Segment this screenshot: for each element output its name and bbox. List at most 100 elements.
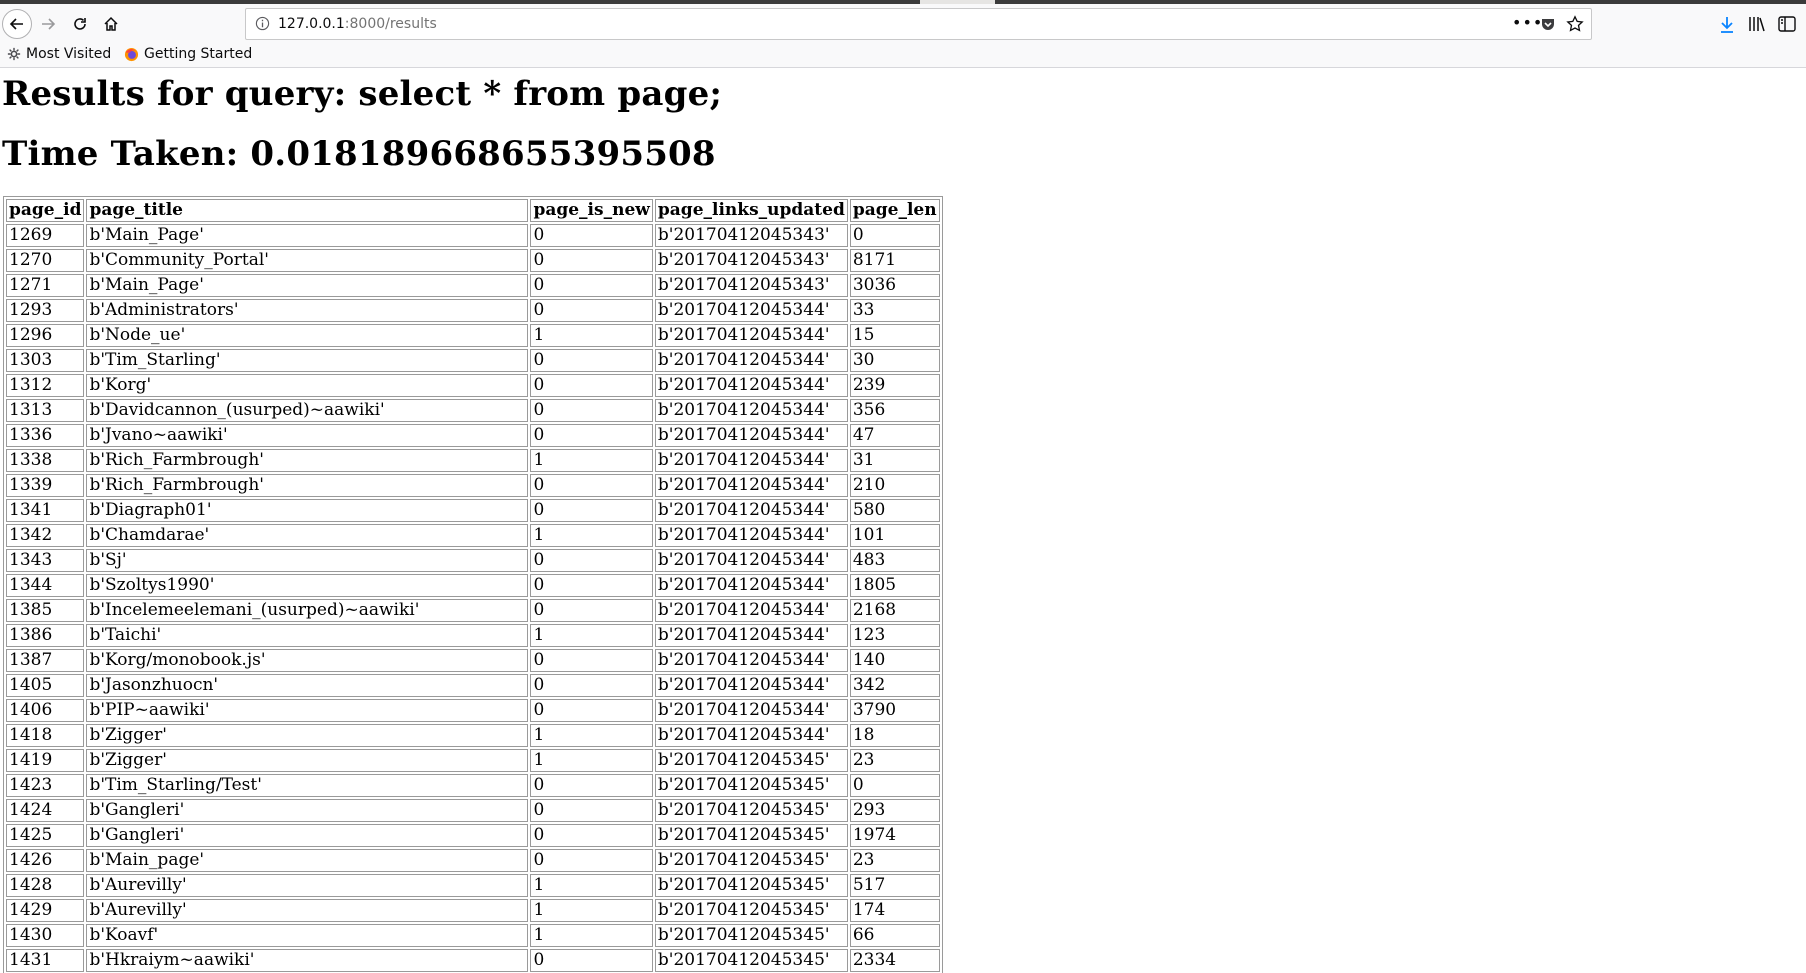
cell-page-len: 8171 xyxy=(849,249,940,272)
cell-page-links-updated: b'20170412045343' xyxy=(654,224,848,247)
cell-page-title: b'Aurevilly' xyxy=(86,899,529,922)
table-row: 1428 b'Aurevilly' 1 b'20170412045345' 517 xyxy=(6,874,940,897)
column-header-page-is-new: page_is_new xyxy=(530,199,653,222)
table-row: 1339 b'Rich_Farmbrough' 0 b'20170412045344'… xyxy=(6,474,940,497)
cell-page-title: b'Tim_Starling/Test' xyxy=(86,774,529,797)
page-actions-menu-icon[interactable]: ••• xyxy=(1512,13,1543,32)
cell-page-links-updated: b'20170412045345' xyxy=(654,849,848,872)
table-row: 1270 b'Community_Portal' 0 b'20170412045343… xyxy=(6,249,940,272)
cell-page-title: b'Main_page' xyxy=(86,849,529,872)
cell-page-is-new: 0 xyxy=(530,649,653,672)
cell-page-links-updated: b'20170412045344' xyxy=(654,449,848,472)
cell-page-links-updated: b'20170412045344' xyxy=(654,574,848,597)
cell-page-id: 1386 xyxy=(6,624,85,647)
bookmarks-toolbar: Most Visited Getting Started xyxy=(0,44,1806,68)
bookmark-getting-started[interactable]: Getting Started xyxy=(124,46,252,62)
column-header-page-links-updated: page_links_updated xyxy=(654,199,848,222)
cell-page-len: 3036 xyxy=(849,274,940,297)
table-row: 1312 b'Korg' 0 b'20170412045344' 239 xyxy=(6,374,940,397)
table-row: 1426 b'Main_page' 0 b'20170412045345' 23 xyxy=(6,849,940,872)
cell-page-links-updated: b'20170412045344' xyxy=(654,724,848,747)
cell-page-is-new: 1 xyxy=(530,624,653,647)
cell-page-is-new: 1 xyxy=(530,874,653,897)
cell-page-title: b'Davidcannon_(usurped)~aawiki' xyxy=(86,399,529,422)
cell-page-is-new: 0 xyxy=(530,699,653,722)
firefox-icon xyxy=(124,47,139,61)
cell-page-title: b'Jvano~aawiki' xyxy=(86,424,529,447)
cell-page-id: 1344 xyxy=(6,574,85,597)
cell-page-len: 23 xyxy=(849,849,940,872)
cell-page-title: b'Diagraph01' xyxy=(86,499,529,522)
cell-page-id: 1336 xyxy=(6,424,85,447)
cell-page-title: b'Gangleri' xyxy=(86,799,529,822)
cell-page-title: b'Incelemeelemani_(usurped)~aawiki' xyxy=(86,599,529,622)
library-icon[interactable] xyxy=(1748,16,1766,32)
url-bar[interactable]: 127.0.0.1:8000/results ••• xyxy=(245,8,1592,40)
cell-page-id: 1426 xyxy=(6,849,85,872)
table-header-row: page_id page_title page_is_new page_link… xyxy=(6,199,940,222)
cell-page-title: b'PIP~aawiki' xyxy=(86,699,529,722)
cell-page-len: 342 xyxy=(849,674,940,697)
cell-page-len: 2168 xyxy=(849,599,940,622)
cell-page-len: 356 xyxy=(849,399,940,422)
url-host: 127.0.0.1 xyxy=(278,16,345,32)
table-row: 1431 b'Hkraiym~aawiki' 0 b'20170412045345' 2… xyxy=(6,949,940,972)
table-row: 1271 b'Main_Page' 0 b'20170412045343' 3036 xyxy=(6,274,940,297)
cell-page-title: b'Zigger' xyxy=(86,749,529,772)
cell-page-id: 1343 xyxy=(6,549,85,572)
info-icon[interactable] xyxy=(255,16,270,31)
cell-page-len: 47 xyxy=(849,424,940,447)
cell-page-len: 293 xyxy=(849,799,940,822)
cell-page-id: 1405 xyxy=(6,674,85,697)
cell-page-links-updated: b'20170412045343' xyxy=(654,249,848,272)
cell-page-id: 1271 xyxy=(6,274,85,297)
cell-page-id: 1430 xyxy=(6,924,85,947)
sidebar-icon[interactable] xyxy=(1778,16,1796,32)
download-icon[interactable] xyxy=(1719,16,1735,34)
cell-page-title: b'Main_Page' xyxy=(86,224,529,247)
cell-page-title: b'Administrators' xyxy=(86,299,529,322)
cell-page-title: b'Korg' xyxy=(86,374,529,397)
table-row: 1269 b'Main_Page' 0 b'20170412045343' 0 xyxy=(6,224,940,247)
cell-page-links-updated: b'20170412045344' xyxy=(654,299,848,322)
cell-page-id: 1385 xyxy=(6,599,85,622)
cell-page-len: 140 xyxy=(849,649,940,672)
cell-page-id: 1429 xyxy=(6,899,85,922)
table-row: 1429 b'Aurevilly' 1 b'20170412045345' 174 xyxy=(6,899,940,922)
cell-page-links-updated: b'20170412045344' xyxy=(654,524,848,547)
back-button[interactable] xyxy=(2,9,32,39)
cell-page-id: 1423 xyxy=(6,774,85,797)
cell-page-is-new: 1 xyxy=(530,524,653,547)
table-row: 1341 b'Diagraph01' 0 b'20170412045344' 580 xyxy=(6,499,940,522)
table-row: 1336 b'Jvano~aawiki' 0 b'20170412045344' 47 xyxy=(6,424,940,447)
cell-page-links-updated: b'20170412045344' xyxy=(654,399,848,422)
reload-button[interactable] xyxy=(66,10,94,38)
forward-button[interactable] xyxy=(34,10,62,38)
cell-page-len: 1805 xyxy=(849,574,940,597)
cell-page-len: 0 xyxy=(849,774,940,797)
cell-page-is-new: 0 xyxy=(530,549,653,572)
bookmark-most-visited[interactable]: Most Visited xyxy=(7,46,111,62)
cell-page-len: 210 xyxy=(849,474,940,497)
back-arrow-icon xyxy=(9,18,23,30)
cell-page-len: 30 xyxy=(849,349,940,372)
home-button[interactable] xyxy=(97,10,125,38)
cell-page-links-updated: b'20170412045344' xyxy=(654,624,848,647)
cell-page-title: b'Chamdarae' xyxy=(86,524,529,547)
cell-page-title: b'Tim_Starling' xyxy=(86,349,529,372)
cell-page-title: b'Hkraiym~aawiki' xyxy=(86,949,529,972)
cell-page-is-new: 0 xyxy=(530,474,653,497)
cell-page-is-new: 1 xyxy=(530,749,653,772)
cell-page-links-updated: b'20170412045344' xyxy=(654,349,848,372)
pocket-icon[interactable] xyxy=(1540,16,1556,32)
cell-page-len: 483 xyxy=(849,549,940,572)
cell-page-len: 15 xyxy=(849,324,940,347)
cell-page-id: 1418 xyxy=(6,724,85,747)
cell-page-title: b'Community_Portal' xyxy=(86,249,529,272)
gear-icon xyxy=(7,47,21,61)
cell-page-links-updated: b'20170412045345' xyxy=(654,924,848,947)
bookmark-star-icon[interactable] xyxy=(1566,15,1584,33)
cell-page-is-new: 0 xyxy=(530,799,653,822)
results-table-body: 1269 b'Main_Page' 0 b'20170412045343' 0 1270 b… xyxy=(6,224,940,972)
url-text[interactable]: 127.0.0.1:8000/results xyxy=(278,16,437,32)
